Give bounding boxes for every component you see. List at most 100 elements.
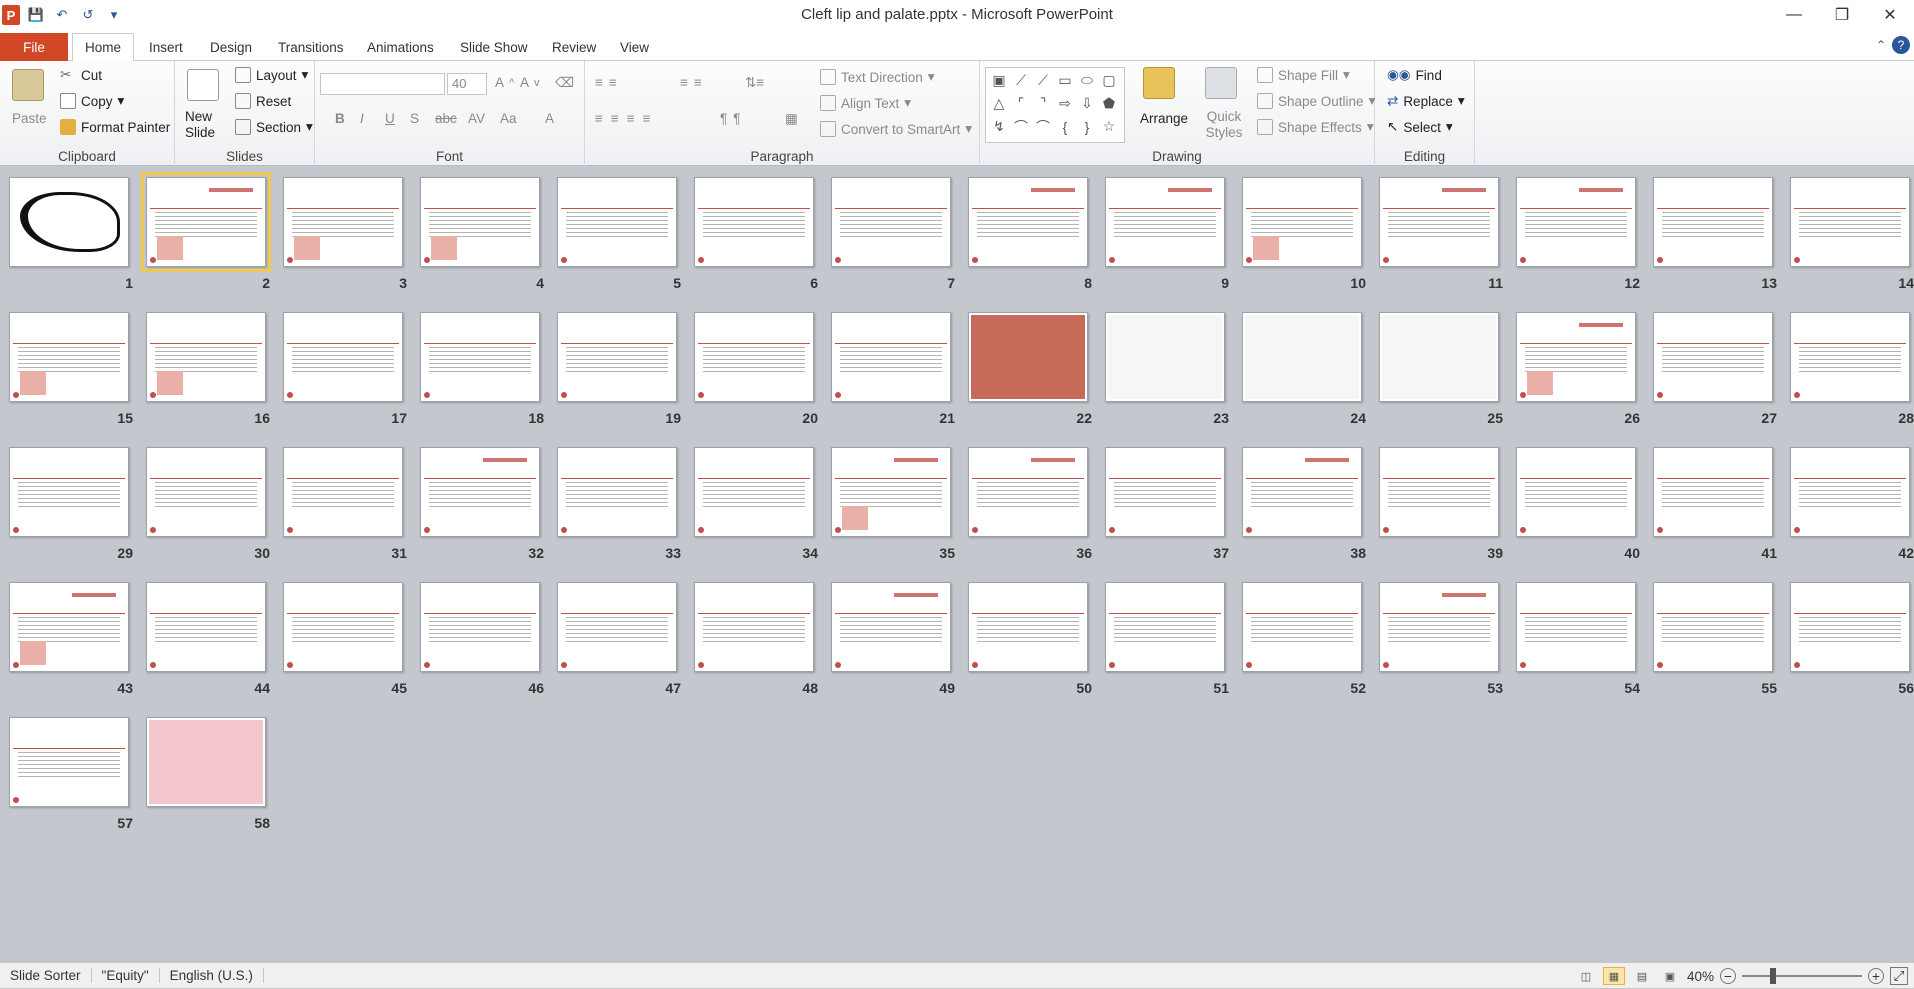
pentagon-shape-icon[interactable]: ⬟	[1098, 92, 1120, 115]
slide-thumbnail[interactable]	[283, 312, 403, 402]
align-icons[interactable]: ≡≡≡≡	[595, 111, 659, 126]
zoom-out-icon[interactable]: −	[1720, 968, 1736, 984]
zoom-in-icon[interactable]: +	[1868, 968, 1884, 984]
shapes-gallery[interactable]: ▣ ⟋ ⟋ ▭ ⬭ ▢ △ ⌜ ⌝ ⇨ ⇩ ⬟ ↯ ⌒ ⌒{} ☆	[985, 67, 1125, 143]
strikethrough-icon[interactable]: abc	[435, 111, 457, 126]
slide-thumbnail[interactable]	[1516, 177, 1636, 267]
font-color-icon[interactable]: A	[545, 111, 554, 126]
slide-thumbnail[interactable]	[557, 312, 677, 402]
slide-thumbnail[interactable]	[420, 312, 540, 402]
slide-thumbnail[interactable]	[831, 177, 951, 267]
layout-button[interactable]: Layout ▾	[235, 67, 308, 83]
zoom-slider-thumb[interactable]	[1770, 968, 1776, 984]
quick-styles-button[interactable]: Quick Styles	[1202, 109, 1246, 141]
slide-thumbnail[interactable]	[9, 717, 129, 807]
columns-icon[interactable]: ▦	[785, 111, 798, 127]
shape-effects-button[interactable]: Shape Effects ▾	[1257, 119, 1374, 135]
slide-thumbnail[interactable]	[1105, 177, 1225, 267]
rect-shape-icon[interactable]: ▭	[1054, 69, 1076, 92]
slide-thumbnail[interactable]	[283, 582, 403, 672]
slide-thumbnail[interactable]	[1105, 447, 1225, 537]
slide-thumbnail[interactable]	[1653, 312, 1773, 402]
fit-window-icon[interactable]: ⤢	[1890, 967, 1908, 985]
char-spacing-icon[interactable]: AV	[468, 111, 485, 126]
slide-thumbnail[interactable]	[1379, 582, 1499, 672]
quick-styles-icon[interactable]	[1205, 67, 1237, 99]
close-icon[interactable]: ✕	[1866, 0, 1914, 30]
slide-thumbnail[interactable]	[1242, 447, 1362, 537]
slide-thumbnail[interactable]	[1790, 582, 1910, 672]
slide-thumbnail[interactable]	[9, 177, 129, 267]
copy-button[interactable]: Copy ▾	[60, 93, 124, 109]
slide-thumbnail[interactable]	[420, 177, 540, 267]
font-size-box[interactable]: 40	[447, 73, 487, 95]
tab-home[interactable]: Home	[72, 33, 135, 62]
paste-icon[interactable]	[12, 69, 44, 101]
slide-thumbnail[interactable]	[694, 312, 814, 402]
clear-format-icon[interactable]: ⌫	[555, 75, 574, 91]
slideshow-view-icon[interactable]: ▣	[1659, 967, 1681, 985]
tab-animations[interactable]: Animations	[355, 33, 446, 61]
slide-thumbnail[interactable]	[1653, 447, 1773, 537]
underline-icon[interactable]: U	[385, 111, 395, 126]
arrow-down-shape-icon[interactable]: ⇩	[1076, 92, 1098, 115]
change-case-icon[interactable]: Aa	[500, 111, 517, 126]
paste-button[interactable]: Paste	[12, 111, 47, 126]
slide-thumbnail[interactable]	[1379, 177, 1499, 267]
tab-review[interactable]: Review	[540, 33, 608, 61]
slide-thumbnail[interactable]	[1105, 312, 1225, 402]
slide-thumbnail[interactable]	[146, 717, 266, 807]
slide-thumbnail[interactable]	[1790, 177, 1910, 267]
slide-thumbnail[interactable]	[1653, 177, 1773, 267]
tab-slide-show[interactable]: Slide Show	[448, 33, 540, 61]
new-slide-button[interactable]: New Slide	[185, 109, 227, 141]
slide-thumbnail[interactable]	[9, 312, 129, 402]
help-icon[interactable]: ?	[1892, 36, 1910, 54]
tab-design[interactable]: Design	[198, 33, 264, 61]
slide-thumbnail[interactable]	[1242, 312, 1362, 402]
slide-thumbnail[interactable]	[1790, 447, 1910, 537]
theme-indicator[interactable]: "Equity"	[92, 968, 160, 983]
reset-button[interactable]: Reset	[235, 93, 291, 109]
brace-right-shape-icon[interactable]: }	[1076, 115, 1098, 138]
grow-font-icon[interactable]: A ^	[495, 75, 514, 90]
minimize-icon[interactable]: —	[1770, 0, 1818, 30]
elbow-shape-icon[interactable]: ⌜	[1010, 92, 1032, 115]
slide-thumbnail[interactable]	[831, 312, 951, 402]
restore-icon[interactable]: ❐	[1818, 0, 1866, 30]
slide-thumbnail[interactable]	[146, 447, 266, 537]
font-name-box[interactable]	[320, 73, 445, 95]
arrow-right-shape-icon[interactable]: ⇨	[1054, 92, 1076, 115]
line-shape-icon[interactable]: ⟋	[1010, 69, 1032, 92]
format-painter-button[interactable]: Format Painter	[60, 119, 170, 135]
slide-thumbnail[interactable]	[831, 582, 951, 672]
slide-thumbnail[interactable]	[694, 447, 814, 537]
star-curve-icon[interactable]: ↯	[988, 115, 1010, 138]
shrink-font-icon[interactable]: Av	[520, 75, 540, 90]
slide-thumbnail[interactable]	[831, 447, 951, 537]
slide-thumbnail[interactable]	[283, 177, 403, 267]
reading-view-icon[interactable]: ▤	[1631, 967, 1653, 985]
slide-thumbnail[interactable]	[1516, 447, 1636, 537]
slide-thumbnail[interactable]	[557, 582, 677, 672]
shape-fill-button[interactable]: Shape Fill ▾	[1257, 67, 1350, 83]
arrange-button[interactable]: Arrange	[1140, 111, 1188, 126]
slide-thumbnail[interactable]	[1242, 582, 1362, 672]
slide-thumbnail[interactable]	[1516, 312, 1636, 402]
tab-transitions[interactable]: Transitions	[266, 33, 356, 61]
language-indicator[interactable]: English (U.S.)	[160, 968, 264, 983]
slide-thumbnail[interactable]	[968, 447, 1088, 537]
cut-button[interactable]: ✂ Cut	[60, 67, 102, 83]
line-spacing-icon[interactable]: ⇅≡	[745, 75, 764, 91]
indent-icon[interactable]: ≡≡	[680, 75, 708, 90]
slide-thumbnail[interactable]	[968, 582, 1088, 672]
slide-thumbnail[interactable]	[283, 447, 403, 537]
star-shape-icon[interactable]: ☆	[1098, 115, 1120, 138]
zoom-level[interactable]: 40%	[1687, 969, 1714, 984]
slide-thumbnail[interactable]	[1790, 312, 1910, 402]
slide-thumbnail[interactable]	[141, 172, 271, 272]
tab-view[interactable]: View	[608, 33, 661, 61]
slide-thumbnail[interactable]	[1379, 312, 1499, 402]
oval-shape-icon[interactable]: ⬭	[1076, 69, 1098, 92]
zoom-slider[interactable]	[1742, 968, 1862, 984]
